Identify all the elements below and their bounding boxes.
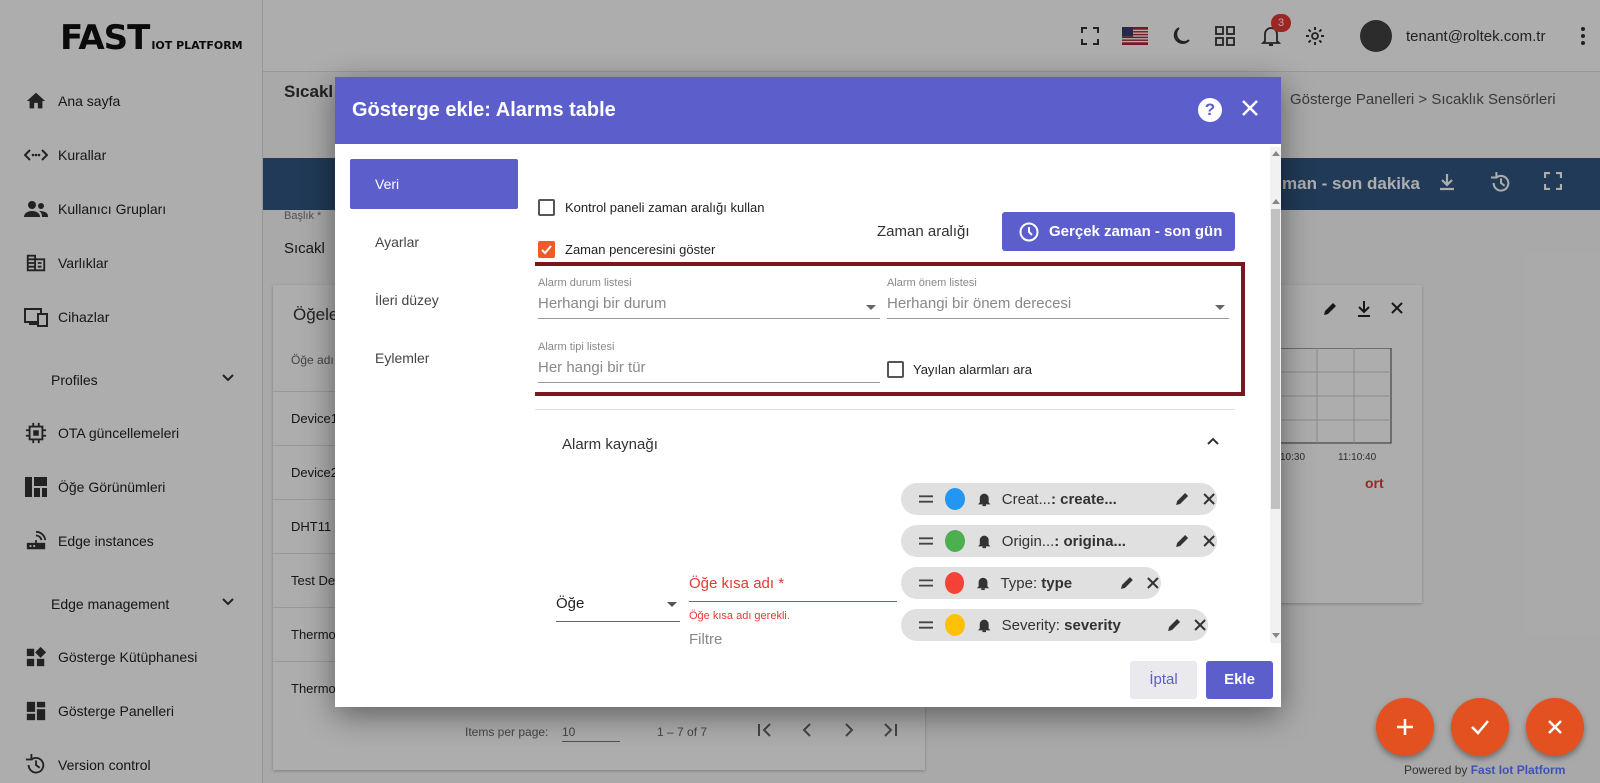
alarm-source-heading[interactable]: Alarm kaynağı — [562, 436, 658, 453]
tab-data[interactable]: Veri — [350, 159, 518, 209]
chevron-up-icon[interactable] — [1205, 433, 1225, 453]
cancel-button[interactable]: İptal — [1130, 661, 1197, 699]
powered-by: Powered by Fast Iot Platform — [1404, 763, 1566, 777]
search-propagated-checkbox[interactable] — [887, 361, 904, 378]
dropdown-arrow-icon — [667, 602, 677, 607]
plus-icon — [1397, 719, 1413, 735]
entity-alias-underline — [689, 601, 897, 602]
color-dot[interactable] — [945, 572, 965, 594]
dialog-scrollbar[interactable] — [1270, 147, 1281, 643]
remove-icon[interactable] — [1145, 576, 1161, 590]
dialog-title: Gösterge ekle: Alarms table — [352, 99, 616, 121]
scroll-up-icon[interactable] — [1272, 151, 1280, 156]
brand-link[interactable]: Fast Iot Platform — [1471, 763, 1566, 777]
edit-icon[interactable] — [1119, 575, 1135, 591]
clock-icon — [1019, 222, 1039, 241]
data-key-chip[interactable]: Severity: severity — [901, 609, 1208, 641]
bell-icon — [978, 619, 991, 633]
dropdown-arrow-icon — [1215, 305, 1225, 310]
entity-alias-error: Öğe kısa adı gerekli. — [689, 610, 790, 622]
divider — [535, 409, 1235, 410]
check-icon — [1471, 720, 1489, 735]
drag-handle-icon[interactable] — [919, 621, 934, 629]
search-propagated-label: Yayılan alarmları ara — [913, 362, 1032, 377]
add-widget-dialog: Gösterge ekle: Alarms table ? Veri Ayarl… — [335, 77, 1281, 707]
time-range-button[interactable]: Gerçek zaman - son gün — [1002, 212, 1235, 251]
drag-handle-icon[interactable] — [919, 495, 934, 503]
remove-icon[interactable] — [1201, 534, 1217, 548]
dialog-header: Gösterge ekle: Alarms table ? — [335, 77, 1281, 144]
color-dot[interactable] — [945, 614, 966, 636]
alarm-status-select[interactable]: Alarm durum listesi Herhangi bir durum — [538, 277, 880, 319]
show-timewindow-checkbox[interactable] — [538, 241, 555, 258]
alarm-type-input[interactable]: Alarm tipi listesi Her hangi bir tür — [538, 341, 880, 383]
show-timewindow-label: Zaman penceresini göster — [565, 242, 716, 257]
dropdown-arrow-icon — [866, 305, 876, 310]
alarm-severity-select[interactable]: Alarm önem listesi Herhangi bir önem der… — [887, 277, 1229, 319]
data-tab-content: Kontrol paneli zaman aralığı kullan Zama… — [535, 147, 1267, 657]
close-icon — [1548, 720, 1562, 734]
add-button[interactable]: Ekle — [1206, 661, 1273, 699]
entity-alias-input[interactable]: Öğe kısa adı * — [689, 575, 784, 592]
data-key-chip[interactable]: Type: type — [901, 567, 1161, 599]
close-icon[interactable] — [1240, 98, 1264, 122]
color-dot[interactable] — [945, 488, 966, 510]
drag-handle-icon[interactable] — [919, 537, 934, 545]
use-dashboard-timewindow-checkbox[interactable] — [538, 199, 555, 216]
drag-handle-icon[interactable] — [919, 579, 934, 587]
time-range-label: Zaman aralığı — [877, 223, 970, 240]
scroll-up-icon[interactable] — [1272, 199, 1280, 204]
tab-settings[interactable]: Ayarlar — [350, 217, 518, 267]
edit-icon[interactable] — [1166, 617, 1182, 633]
use-dashboard-timewindow-label: Kontrol paneli zaman aralığı kullan — [565, 200, 765, 215]
check-icon — [541, 245, 552, 255]
help-icon[interactable]: ? — [1198, 98, 1222, 122]
scroll-thumb[interactable] — [1271, 209, 1280, 509]
edit-icon[interactable] — [1174, 491, 1190, 507]
edit-icon[interactable] — [1174, 533, 1190, 549]
add-widget-button[interactable] — [1376, 698, 1434, 756]
scroll-down-icon[interactable] — [1272, 633, 1280, 638]
bell-icon — [978, 493, 991, 507]
data-key-chip[interactable]: Origin...: origina... — [901, 525, 1217, 557]
bell-icon — [978, 535, 991, 549]
bell-icon — [977, 577, 990, 591]
remove-icon[interactable] — [1201, 492, 1217, 506]
save-button[interactable] — [1451, 698, 1509, 756]
cancel-edit-button[interactable] — [1526, 698, 1584, 756]
filter-input[interactable]: Filtre — [689, 631, 722, 648]
color-dot[interactable] — [945, 530, 966, 552]
data-key-chip[interactable]: Creat...: create... — [901, 483, 1217, 515]
remove-icon[interactable] — [1192, 618, 1208, 632]
entity-type-select[interactable]: Öğe — [556, 595, 680, 622]
tab-actions[interactable]: Eylemler — [350, 333, 518, 383]
tab-advanced[interactable]: İleri düzey — [350, 275, 518, 325]
